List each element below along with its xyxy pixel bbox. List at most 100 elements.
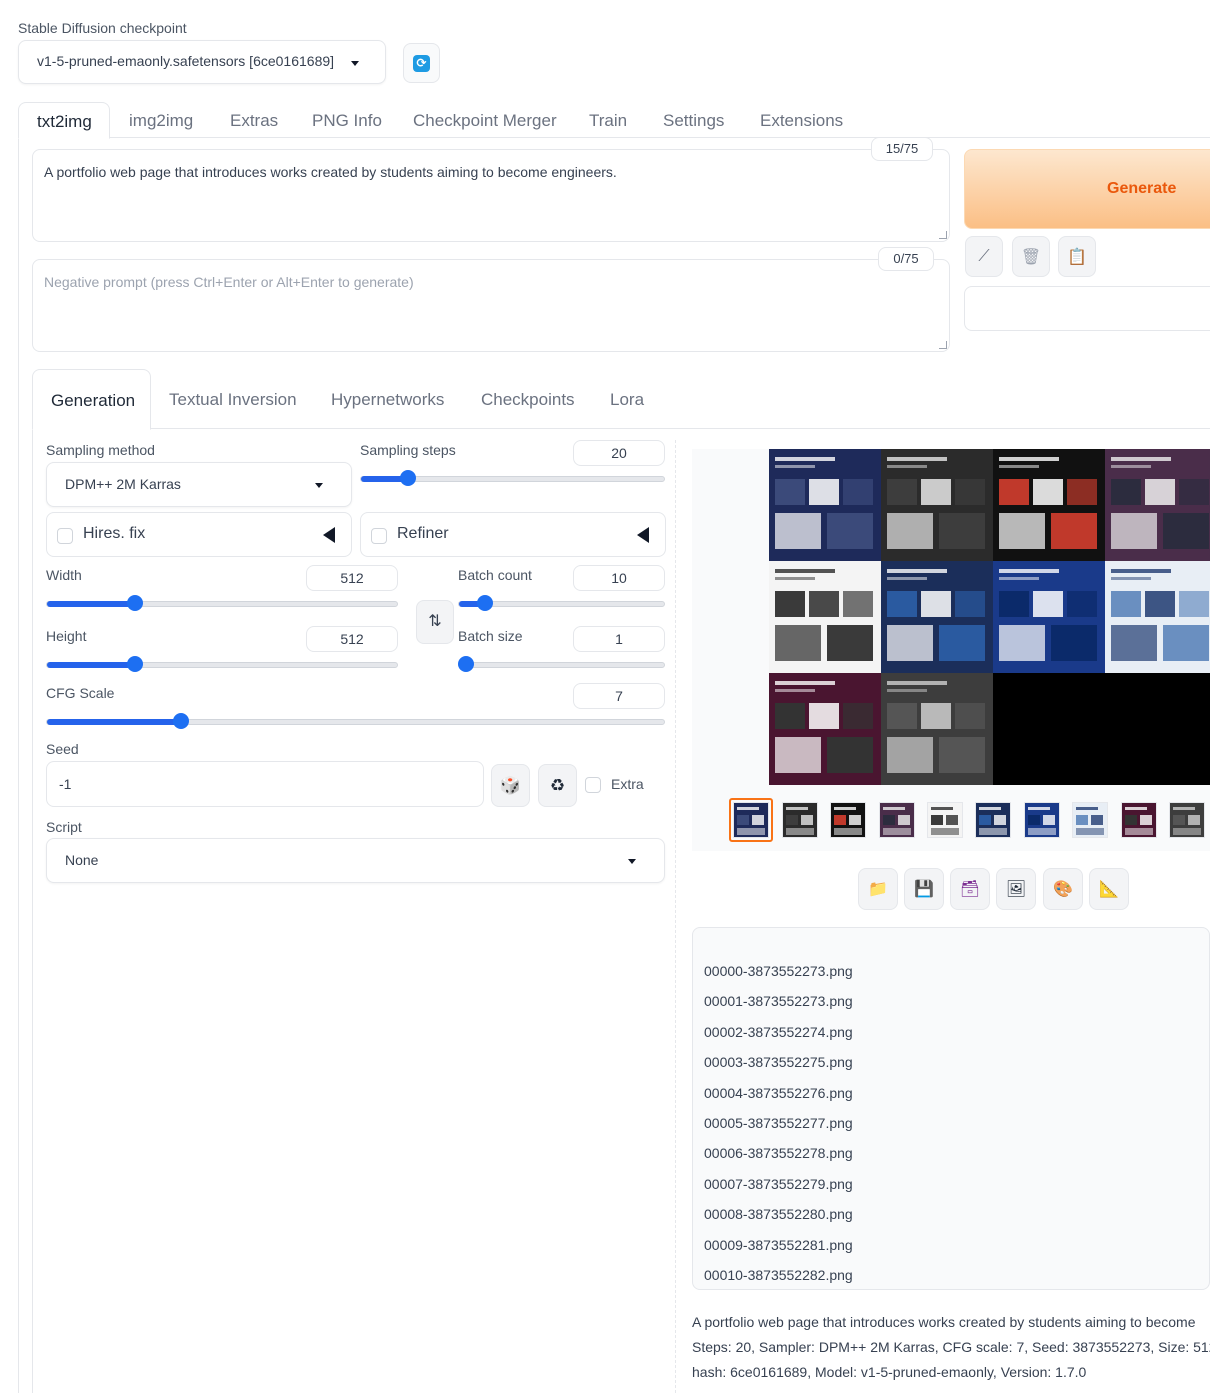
slider-handle[interactable] (477, 595, 494, 611)
height-slider[interactable] (46, 662, 398, 668)
hires-fix-accordion[interactable]: Hires. fix (46, 512, 352, 557)
batch-size-input[interactable]: 1 (573, 626, 665, 652)
tab-extras[interactable]: Extras (230, 111, 278, 131)
read-params-button[interactable]: ⟋ (965, 236, 1003, 277)
collapse-triangle-icon[interactable] (323, 527, 335, 543)
file-link[interactable]: 00007-3873552279.png (704, 1173, 1209, 1203)
slider-handle[interactable] (126, 656, 143, 672)
tab-train[interactable]: Train (589, 111, 627, 131)
resize-handle[interactable] (939, 341, 947, 349)
gallery-thumbnail[interactable] (1169, 802, 1205, 838)
checkpoint-dropdown[interactable]: v1-5-pruned-emaonly.safetensors [6ce0161… (18, 40, 386, 84)
send-to-inpaint-button[interactable]: 🎨 (1043, 868, 1083, 910)
file-link[interactable]: 00003-3873552275.png (704, 1051, 1209, 1081)
tab-checkpoints[interactable]: Checkpoints (481, 390, 575, 410)
refiner-checkbox[interactable] (371, 528, 387, 544)
batch-count-input[interactable]: 10 (573, 565, 665, 591)
tab-txt2img[interactable]: txt2img (18, 102, 110, 139)
checkpoint-label: Stable Diffusion checkpoint (18, 20, 187, 36)
generate-button[interactable]: Generate (964, 149, 1210, 229)
apply-style-button[interactable]: 📋 (1058, 236, 1096, 277)
gallery-thumbnail[interactable] (733, 802, 769, 838)
gallery-thumbnail[interactable] (830, 802, 866, 838)
script-value: None (65, 852, 99, 868)
gallery-thumbnail[interactable] (879, 802, 915, 838)
tab-hypernetworks[interactable]: Hypernetworks (331, 390, 444, 410)
file-link[interactable]: 00010-3873552282.png (704, 1264, 1209, 1294)
file-link[interactable]: 00004-3873552276.png (704, 1082, 1209, 1112)
slider-handle[interactable] (458, 656, 474, 672)
hires-fix-checkbox[interactable] (57, 528, 73, 544)
resize-handle[interactable] (939, 231, 947, 239)
send-to-extras-button[interactable]: 📐 (1089, 868, 1129, 910)
open-folder-button[interactable]: 📁 (858, 868, 898, 910)
gallery-thumbnail[interactable] (975, 802, 1011, 838)
sampling-method-dropdown[interactable]: DPM++ 2M Karras (46, 462, 352, 507)
recycle-icon: ♻ (549, 776, 566, 795)
prompt-textarea[interactable]: A portfolio web page that introduces wor… (32, 149, 950, 242)
extra-seed-label: Extra (611, 776, 644, 792)
gallery-thumbnail[interactable] (1121, 802, 1157, 838)
slider-handle[interactable] (126, 595, 143, 611)
tab-png-info[interactable]: PNG Info (312, 111, 382, 131)
cfg-scale-input[interactable]: 7 (573, 683, 665, 709)
sampling-steps-input[interactable]: 20 (573, 440, 665, 466)
clipboard-icon: 📋 (1067, 248, 1087, 266)
width-slider[interactable] (46, 601, 398, 607)
generation-info: A portfolio web page that introduces wor… (692, 1310, 1210, 1385)
reuse-seed-button[interactable]: ♻ (538, 764, 577, 807)
tab-img2img[interactable]: img2img (129, 111, 193, 131)
gallery-thumbnail[interactable] (782, 802, 818, 838)
save-button[interactable]: 💾 (904, 868, 944, 910)
tabbar-divider (18, 137, 1210, 138)
file-link[interactable]: 00002-3873552274.png (704, 1021, 1209, 1051)
script-dropdown[interactable]: None (46, 838, 665, 883)
swap-dimensions-button[interactable]: ⇅ (416, 600, 454, 644)
script-label: Script (46, 819, 82, 835)
random-seed-button[interactable]: 🎲 (491, 764, 530, 807)
seed-input[interactable]: -1 (46, 761, 484, 807)
gallery-thumbnail[interactable] (1024, 802, 1060, 838)
collapse-triangle-icon[interactable] (637, 527, 649, 543)
slider-handle[interactable] (400, 470, 417, 486)
refiner-accordion[interactable]: Refiner (360, 512, 666, 557)
slider-handle[interactable] (172, 713, 189, 729)
slider-fill (47, 719, 182, 725)
file-link[interactable]: 00001-3873552273.png (704, 990, 1209, 1020)
refiner-label: Refiner (397, 525, 449, 542)
send-to-img2img-button[interactable]: 🖼 (996, 868, 1036, 910)
cfg-scale-slider[interactable] (46, 719, 665, 725)
negative-prompt-placeholder: Negative prompt (press Ctrl+Enter or Alt… (44, 274, 414, 290)
tab-generation[interactable]: Generation (32, 369, 151, 430)
file-link[interactable]: 00006-3873552278.png (704, 1142, 1209, 1172)
file-link[interactable]: 00005-3873552277.png (704, 1112, 1209, 1142)
file-link[interactable]: 00000-3873552273.png (704, 960, 1209, 990)
extra-seed-checkbox[interactable] (585, 777, 601, 793)
grid-cell-image (769, 673, 881, 785)
tab-textual-inversion[interactable]: Textual Inversion (169, 390, 297, 410)
grid-cell-image (1105, 449, 1210, 561)
tab-checkpoint-merger[interactable]: Checkpoint Merger (413, 111, 557, 131)
styles-dropdown[interactable] (964, 286, 1210, 331)
dice-icon: 🎲 (499, 776, 522, 795)
inner-tabbar-divider (32, 428, 1210, 429)
sampling-method-label: Sampling method (46, 442, 155, 458)
negative-prompt-textarea[interactable]: Negative prompt (press Ctrl+Enter or Alt… (32, 259, 950, 352)
gallery-thumbnail[interactable] (1072, 802, 1108, 838)
width-input[interactable]: 512 (306, 565, 398, 591)
tab-lora[interactable]: Lora (610, 390, 644, 410)
checkpoint-value: v1-5-pruned-emaonly.safetensors [6ce0161… (37, 53, 335, 69)
prompt-token-counter: 15/75 (871, 137, 933, 161)
refresh-checkpoint-button[interactable]: ⟳ (403, 43, 440, 83)
tab-settings[interactable]: Settings (663, 111, 724, 131)
batch-size-slider[interactable] (458, 662, 665, 668)
generated-grid-image[interactable] (769, 449, 1210, 785)
zip-button[interactable]: 🗃 (950, 868, 990, 910)
tab-extensions[interactable]: Extensions (760, 111, 843, 131)
file-link[interactable]: 00009-3873552281.png (704, 1234, 1209, 1264)
prompt-text: A portfolio web page that introduces wor… (44, 164, 617, 180)
gallery-thumbnail[interactable] (927, 802, 963, 838)
clear-prompt-button[interactable]: 🗑 (1012, 236, 1050, 277)
height-input[interactable]: 512 (306, 626, 398, 652)
file-link[interactable]: 00008-3873552280.png (704, 1203, 1209, 1233)
